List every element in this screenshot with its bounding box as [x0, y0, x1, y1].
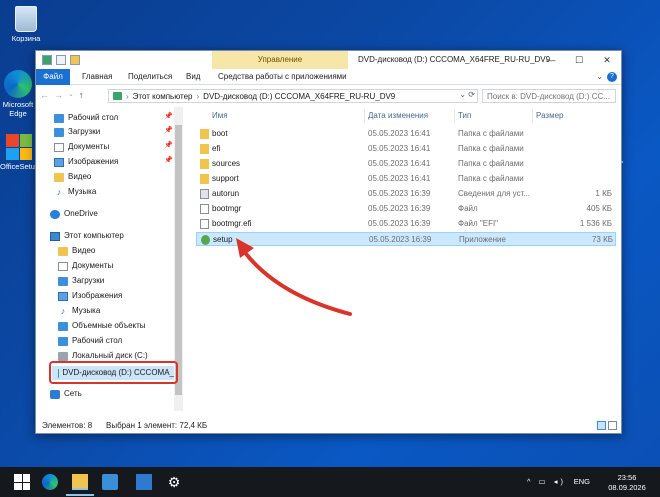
tray-icons[interactable]: ^ ▭ ◂): [527, 477, 566, 486]
clock[interactable]: 23:56 08.09.2026: [604, 473, 650, 493]
taskbar: ⚙ ^ ▭ ◂) ENG 23:56 08.09.2026: [0, 467, 660, 497]
cursor-icon: ⇔: [616, 156, 625, 166]
clock-time: 23:56: [617, 473, 637, 482]
edge-taskbar-icon[interactable]: [42, 474, 58, 490]
settings-taskbar-icon[interactable]: ⚙: [166, 474, 182, 490]
mail-taskbar-icon[interactable]: [136, 474, 152, 490]
file-explorer-taskbar-icon[interactable]: [72, 474, 88, 490]
start-button[interactable]: [14, 474, 30, 490]
clock-date: 08.09.2026: [608, 483, 646, 492]
language-indicator[interactable]: ENG: [574, 477, 590, 486]
active-app-indicator: [66, 494, 94, 496]
annotation-arrow: [236, 238, 352, 316]
store-taskbar-icon[interactable]: [102, 474, 118, 490]
